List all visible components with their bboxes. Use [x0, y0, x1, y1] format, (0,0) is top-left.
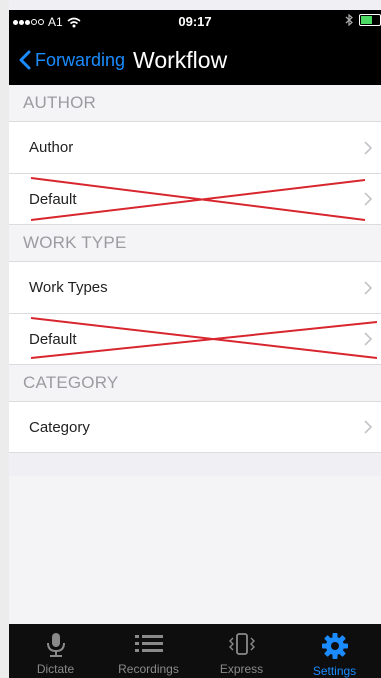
section-header-author: AUTHOR — [9, 85, 381, 121]
row-work-type-default[interactable]: Default — [9, 313, 381, 365]
tab-recordings[interactable]: Recordings — [102, 624, 195, 678]
chevron-right-icon — [364, 420, 373, 434]
row-author[interactable]: Author — [9, 121, 381, 173]
status-bar: A1 09:17 — [9, 10, 381, 32]
tab-express[interactable]: Express — [195, 624, 288, 678]
microphone-icon — [46, 633, 65, 657]
chevron-right-icon — [364, 332, 373, 346]
battery-icon — [359, 14, 381, 26]
tab-label: Settings — [312, 664, 357, 678]
page-title: Workflow — [133, 46, 228, 73]
tab-label: Dictate — [36, 662, 75, 676]
tab-settings[interactable]: Settings — [288, 624, 381, 678]
row-label: Default — [29, 330, 77, 348]
row-work-types[interactable]: Work Types — [9, 261, 381, 313]
row-label: Category — [29, 418, 90, 436]
back-button[interactable]: Forwarding — [9, 50, 125, 71]
tab-dictate[interactable]: Dictate — [9, 624, 102, 678]
status-icons — [345, 14, 381, 26]
row-author-default[interactable]: Default — [9, 173, 381, 225]
left-margin — [0, 0, 9, 678]
section-header-work-type: WORK TYPE — [9, 225, 381, 261]
clock: 09:17 — [178, 14, 212, 29]
list-icon — [134, 635, 163, 652]
empty-area — [9, 476, 381, 624]
chevron-right-icon — [364, 280, 373, 295]
vibrating-phone-icon — [228, 633, 255, 655]
chevron-right-icon — [364, 140, 373, 155]
row-label: Default — [29, 190, 77, 208]
screen: A1 09:17 Forwarding Workflow AUTHOR Auth… — [0, 0, 381, 678]
settings-list: AUTHOR Author Default WORK TYPE Work Typ… — [9, 85, 381, 453]
tab-bar: Dictate Recordings Express Settings — [9, 624, 381, 678]
navigation-bar: Forwarding Workflow — [9, 40, 381, 80]
top-bar: A1 09:17 Forwarding Workflow — [9, 10, 381, 85]
chevron-left-icon — [19, 50, 31, 70]
row-category[interactable]: Category — [9, 401, 381, 453]
section-header-category: CATEGORY — [9, 365, 381, 401]
gear-icon — [321, 633, 348, 659]
tab-label: Recordings — [118, 662, 179, 676]
row-label: Work Types — [29, 279, 108, 296]
tab-label: Express — [219, 662, 264, 676]
chevron-right-icon — [364, 192, 373, 206]
back-button-label: Forwarding — [35, 49, 126, 70]
bluetooth-icon — [345, 14, 353, 26]
row-label: Author — [29, 139, 74, 156]
phone-screen: A1 09:17 Forwarding Workflow AUTHOR Auth… — [9, 0, 381, 678]
